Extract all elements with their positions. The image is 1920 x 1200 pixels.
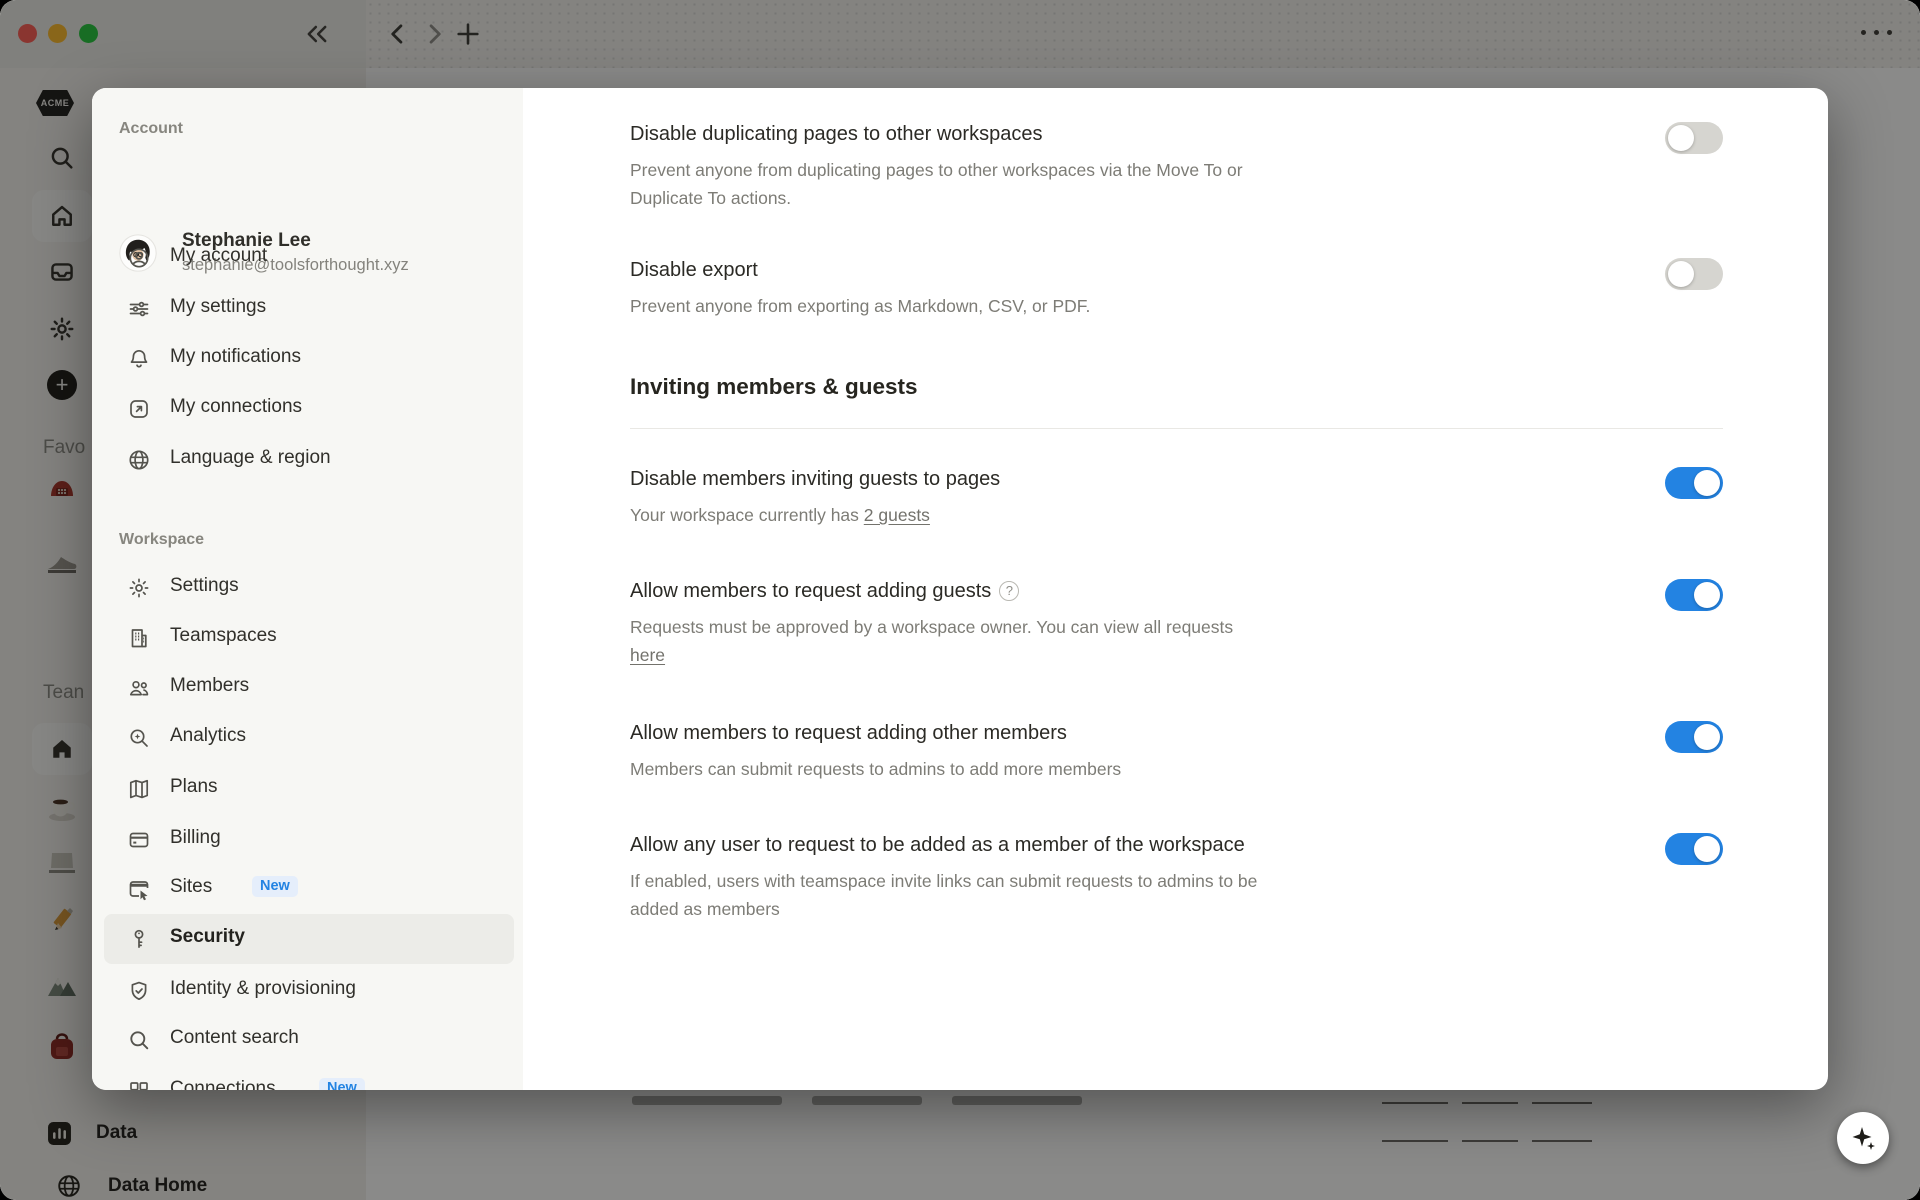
setting-title: Disable export bbox=[630, 256, 1090, 284]
sparkle-icon bbox=[1849, 1124, 1877, 1152]
sidebar-item-connections[interactable]: Connections New bbox=[104, 1066, 514, 1090]
app-window: ACME + Favo Tean Data Data Home Account bbox=[0, 0, 1920, 1200]
help-icon[interactable]: ? bbox=[999, 581, 1019, 601]
sidebar-item-security[interactable]: Security bbox=[104, 914, 514, 964]
security-settings-panel: Disable duplicating pages to other works… bbox=[523, 88, 1828, 1090]
setting-title: Allow members to request adding other me… bbox=[630, 719, 1121, 747]
sidebar-item-language-region[interactable]: Language & region bbox=[104, 435, 514, 485]
people-icon bbox=[127, 676, 151, 700]
setting-row-disable-guest-invites: Disable members inviting guests to pages… bbox=[630, 465, 1723, 529]
globe-icon bbox=[127, 448, 151, 472]
setting-row-disable-duplicating: Disable duplicating pages to other works… bbox=[630, 120, 1723, 212]
toggle-disable-guest-invites[interactable] bbox=[1665, 467, 1723, 499]
section-heading-inviting: Inviting members & guests bbox=[630, 372, 1723, 402]
map-icon bbox=[127, 777, 151, 801]
setting-description: Prevent anyone from duplicating pages to… bbox=[630, 156, 1320, 212]
setting-description: If enabled, users with teamspace invite … bbox=[630, 867, 1305, 923]
sidebar-item-analytics[interactable]: Analytics bbox=[104, 713, 514, 763]
sliders-icon bbox=[127, 297, 151, 321]
toggle-disable-export[interactable] bbox=[1665, 258, 1723, 290]
sidebar-item-my-notifications[interactable]: My notifications bbox=[104, 334, 514, 384]
sidebar-item-teamspaces[interactable]: Teamspaces bbox=[104, 613, 514, 663]
sidebar-item-content-search[interactable]: Content search bbox=[104, 1015, 514, 1065]
gear-icon bbox=[127, 576, 151, 600]
view-requests-link[interactable]: here bbox=[630, 645, 665, 665]
building-icon bbox=[127, 626, 151, 650]
setting-title: Disable duplicating pages to other works… bbox=[630, 120, 1320, 148]
browser-cursor-icon bbox=[127, 877, 151, 901]
setting-description: Prevent anyone from exporting as Markdow… bbox=[630, 292, 1090, 320]
sidebar-item-my-connections[interactable]: My connections bbox=[104, 384, 514, 434]
toggle-any-user-request[interactable] bbox=[1665, 833, 1723, 865]
setting-title: Allow any user to request to be added as… bbox=[630, 831, 1305, 859]
setting-description: Members can submit requests to admins to… bbox=[630, 755, 1121, 783]
sidebar-item-members[interactable]: Members bbox=[104, 663, 514, 713]
bell-icon bbox=[127, 347, 151, 371]
sidebar-item-billing[interactable]: Billing bbox=[104, 815, 514, 865]
toggle-disable-duplicating[interactable] bbox=[1665, 122, 1723, 154]
toggle-request-guests[interactable] bbox=[1665, 579, 1723, 611]
settings-dialog: Account Stephanie Lee stephanie@toolsfor… bbox=[92, 88, 1828, 1090]
sidebar-item-my-settings[interactable]: My settings bbox=[104, 284, 514, 334]
key-icon bbox=[127, 927, 151, 951]
sidebar-item-plans[interactable]: Plans bbox=[104, 764, 514, 814]
setting-description: Your workspace currently has 2 guests bbox=[630, 501, 1000, 529]
toggle-request-members[interactable] bbox=[1665, 721, 1723, 753]
grid-icon bbox=[127, 1079, 151, 1090]
sidebar-item-sites[interactable]: Sites New bbox=[104, 864, 514, 914]
section-divider bbox=[630, 428, 1723, 429]
setting-row-disable-export: Disable export Prevent anyone from expor… bbox=[630, 256, 1723, 320]
setting-title: Disable members inviting guests to pages bbox=[630, 465, 1000, 493]
sidebar-item-identity-provisioning[interactable]: Identity & provisioning bbox=[104, 966, 514, 1016]
settings-sidebar: Account Stephanie Lee stephanie@toolsfor… bbox=[92, 88, 523, 1090]
new-badge: New bbox=[319, 1078, 365, 1090]
sidebar-item-settings[interactable]: Settings bbox=[104, 563, 514, 613]
new-badge: New bbox=[252, 876, 298, 897]
arrow-up-right-square-icon bbox=[127, 397, 151, 421]
guests-count-link[interactable]: 2 guests bbox=[864, 505, 930, 525]
shield-check-icon bbox=[127, 979, 151, 1003]
credit-card-icon bbox=[127, 828, 151, 852]
setting-row-request-members: Allow members to request adding other me… bbox=[630, 719, 1723, 783]
account-section-label: Account bbox=[119, 120, 183, 138]
setting-description: Requests must be approved by a workspace… bbox=[630, 613, 1270, 669]
setting-row-request-guests: Allow members to request adding guests? … bbox=[630, 577, 1723, 669]
setting-row-any-user-request: Allow any user to request to be added as… bbox=[630, 831, 1723, 923]
person-circle-icon bbox=[127, 246, 151, 270]
setting-title: Allow members to request adding guests? bbox=[630, 577, 1270, 605]
magnifier-sparkle-icon bbox=[127, 726, 151, 750]
magnifier-icon bbox=[127, 1028, 151, 1052]
sidebar-item-my-account[interactable]: My account bbox=[104, 233, 514, 283]
ai-sparkle-button[interactable] bbox=[1837, 1112, 1889, 1164]
workspace-section-label: Workspace bbox=[119, 531, 204, 549]
